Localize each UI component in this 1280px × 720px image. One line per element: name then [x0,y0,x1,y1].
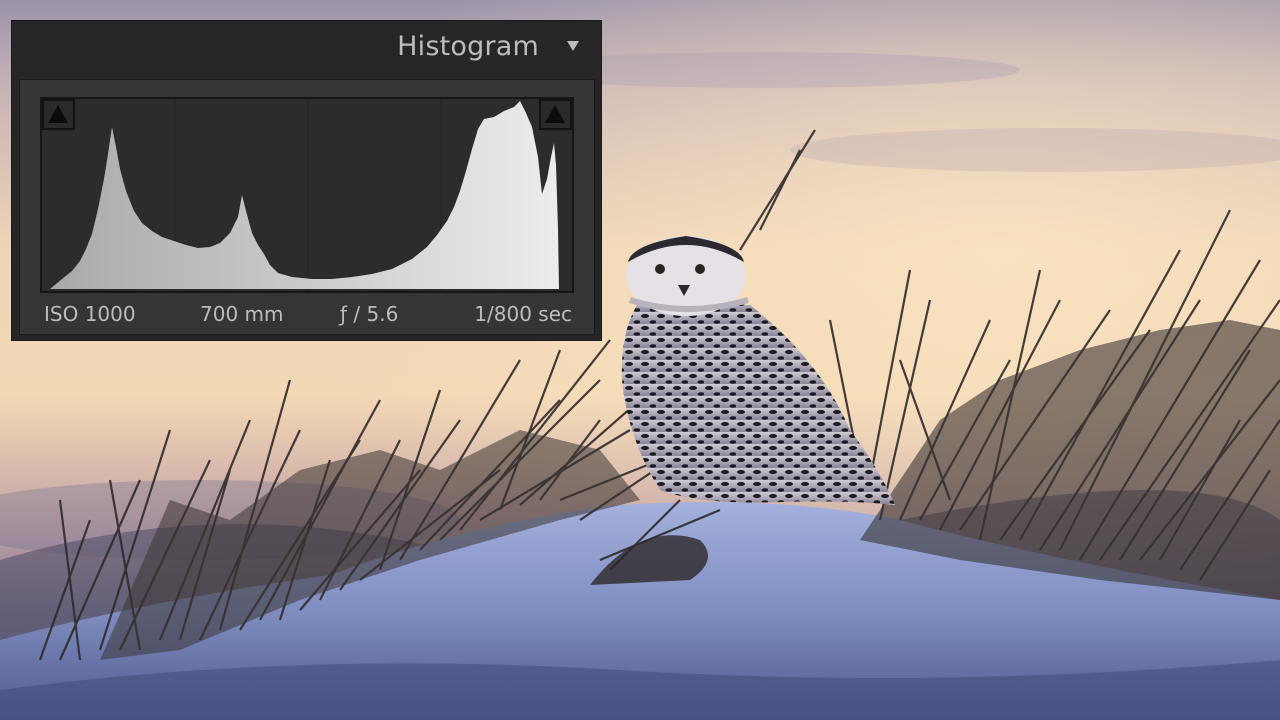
exif-info-row: ISO 1000 700 mm ƒ / 5.6 1/800 sec [20,302,594,332]
triangle-down-icon[interactable] [567,41,579,51]
histogram-fill [50,101,559,289]
histogram-frame: ISO 1000 700 mm ƒ / 5.6 1/800 sec [19,79,595,335]
triangle-up-icon [545,105,565,123]
shutter-speed-value: 1/800 sec [474,302,572,326]
triangle-up-icon [48,105,68,123]
focal-length-value: 700 mm [200,302,284,326]
histogram-graph[interactable] [40,97,574,293]
panel-title: Histogram [397,31,539,62]
aperture-value: ƒ / 5.6 [340,302,399,326]
iso-value: ISO 1000 [44,302,136,326]
highlight-clipping-button[interactable] [539,99,572,130]
histogram-panel-header[interactable]: Histogram [12,21,601,77]
histogram-curve [50,99,559,291]
shadow-clipping-button[interactable] [42,99,75,130]
histogram-panel: Histogram ISO 1000 700 mm ƒ / 5.6 1/800 … [11,20,602,341]
